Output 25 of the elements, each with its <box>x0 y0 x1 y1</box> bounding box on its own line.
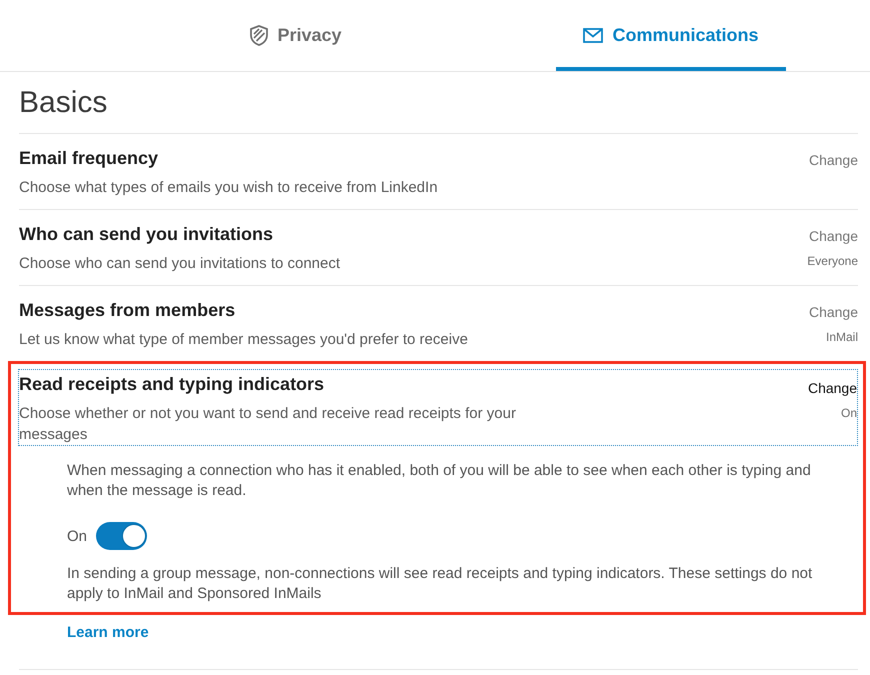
setting-description: Choose what types of emails you wish to receive from LinkedIn <box>19 178 438 198</box>
setting-title: Who can send you invitations <box>19 223 274 246</box>
toggle-switch[interactable] <box>96 522 148 550</box>
learn-more-link[interactable]: Learn more <box>67 623 149 643</box>
setting-description: Let us know what type of member messages you'd prefer to receive <box>19 330 468 350</box>
toggle-label: On <box>67 528 88 544</box>
setting-value: InMail <box>826 330 858 345</box>
setting-title: Messages from members <box>19 299 236 322</box>
envelope-icon <box>583 28 604 43</box>
note-text: In sending a group message, non-connections will see read receipts and typing indicators. These settings do not apply to InMail and Sponsored InMails <box>67 564 814 604</box>
setting-title: Read receipts and typing indicators <box>19 373 326 396</box>
change-link[interactable]: Change <box>808 151 858 169</box>
shield-icon <box>250 25 268 46</box>
setting-value: Everyone <box>807 254 858 269</box>
setting-description: Choose who can send you invitations to connect <box>19 254 340 274</box>
change-link[interactable]: Change <box>808 303 858 321</box>
change-link[interactable]: Change <box>808 379 857 397</box>
setting-description: Choose whether or not you want to send and receive read receipts for your messages <box>19 404 517 445</box>
info-text: When messaging a connection who has it enabled, both of you will be able to see when each other is typing and when the message is read. <box>67 461 812 501</box>
tab[interactable]: Communications <box>556 0 786 71</box>
setting-value: On <box>840 406 857 421</box>
setting-title: Email frequency <box>19 147 160 170</box>
section-heading: Basics <box>19 85 108 121</box>
change-link[interactable]: Change <box>808 227 858 245</box>
tab[interactable]: Privacy <box>181 0 411 71</box>
